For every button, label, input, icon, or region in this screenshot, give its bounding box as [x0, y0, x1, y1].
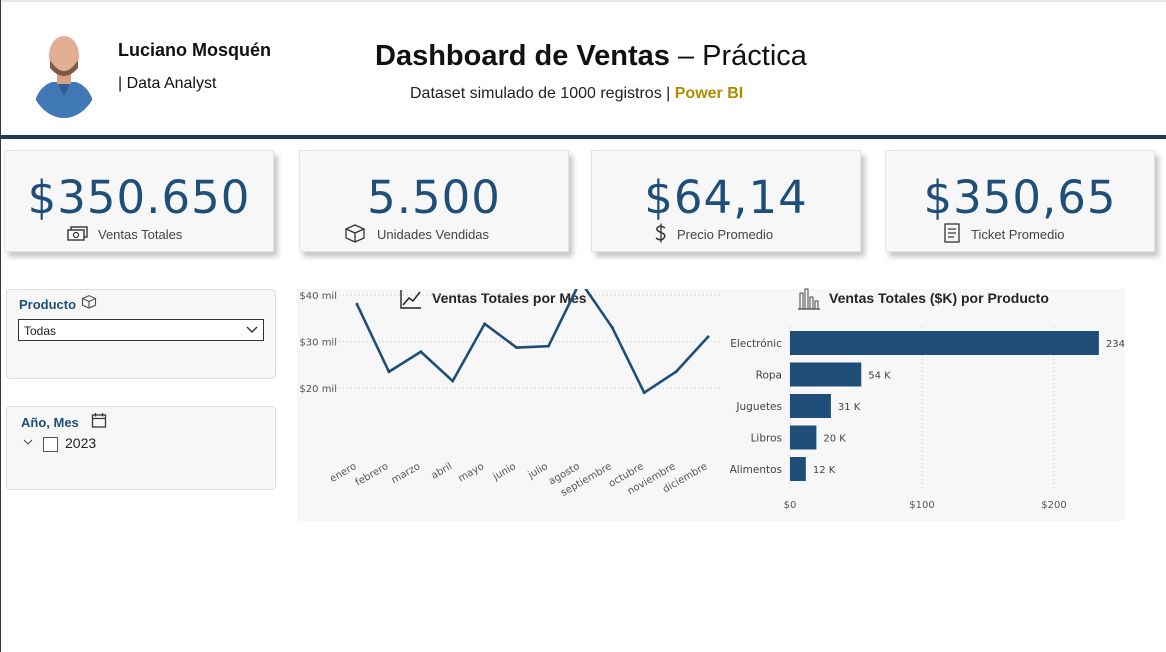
category-label: Juguetes: [735, 401, 782, 413]
bar[interactable]: [790, 394, 831, 418]
x-tick-label: marzo: [390, 461, 423, 486]
page-subtitle: Dataset simulado de 1000 registros | Pow…: [410, 85, 743, 103]
kpi-value: $64,14: [644, 171, 808, 224]
dollar-icon: [655, 223, 666, 243]
x-tick-label: junio: [491, 461, 518, 483]
x-tick-label: $100: [909, 500, 934, 511]
kpi-card-unidades-vendidas[interactable]: 5.500 Unidades Vendidas: [299, 150, 569, 252]
page-title-suffix: – Práctica: [669, 40, 807, 72]
producto-dropdown-value: Todas: [24, 324, 57, 338]
bar[interactable]: [790, 457, 806, 481]
kpi-label: Ticket Promedio: [971, 227, 1065, 242]
y-tick-label: $30 mil: [299, 338, 337, 349]
x-tick-label: mayo: [456, 461, 486, 484]
kpi-label: Precio Promedio: [677, 227, 774, 242]
bar[interactable]: [790, 425, 817, 450]
kpi-value: 5.500: [367, 171, 501, 224]
charts-panel: Ventas Totales por Mes Ventas Totales ($…: [297, 288, 1125, 521]
data-label: 54 K: [868, 371, 891, 382]
data-point[interactable]: [515, 346, 519, 350]
x-tick-label: $200: [1041, 500, 1066, 511]
slicer-fecha: Año, Mes 2023: [6, 406, 276, 490]
chevron-down-icon[interactable]: [23, 439, 33, 447]
box-icon: [81, 295, 97, 309]
y-tick-label: $40 mil: [299, 291, 337, 302]
page-title-main: Dashboard de Ventas: [375, 40, 670, 72]
receipt-icon: [944, 223, 960, 243]
x-tick-label: febrero: [354, 461, 391, 489]
money-icon: [67, 226, 88, 241]
kpi-label: Unidades Vendidas: [377, 227, 490, 242]
year-item-label: 2023: [65, 435, 97, 451]
bar[interactable]: [790, 331, 1099, 355]
data-point[interactable]: [674, 370, 678, 374]
data-label: 31 K: [838, 402, 861, 413]
x-tick-label: abril: [430, 461, 455, 482]
category-label: Ropa: [756, 370, 782, 382]
header-divider: [0, 135, 1166, 139]
author-name: Luciano Mosquén: [118, 40, 271, 60]
subtitle-highlight: Power BI: [674, 85, 744, 102]
data-point[interactable]: [546, 344, 550, 348]
box-icon: [345, 224, 365, 243]
kpi-card-precio-promedio[interactable]: $64,14 Precio Promedio: [591, 150, 861, 252]
year-checkbox[interactable]: [43, 437, 58, 452]
data-label: 20 K: [823, 434, 846, 445]
data-point[interactable]: [483, 322, 487, 326]
data-label: 12 K: [813, 465, 836, 476]
data-point[interactable]: [419, 350, 423, 354]
data-point[interactable]: [610, 326, 614, 330]
avatar: [28, 22, 100, 118]
data-label: 234 K: [1106, 339, 1125, 350]
category-label: Libros: [751, 433, 782, 445]
category-label: Alimentos: [730, 464, 782, 476]
x-tick-label: $0: [784, 500, 797, 511]
line-chart: $20 mil$30 mil$40 milenerofebrero marzo ab…: [299, 289, 722, 499]
slicer-producto: Producto Todas: [6, 289, 276, 379]
kpi-card-ticket-promedio[interactable]: $350,65 Ticket Promedio: [885, 150, 1155, 252]
kpi-card-ventas-totales[interactable]: $350.650 Ventas Totales: [4, 150, 274, 252]
data-point[interactable]: [706, 335, 710, 339]
slicer-fecha-title: Año, Mes: [21, 415, 79, 430]
data-point[interactable]: [387, 370, 391, 374]
data-point[interactable]: [451, 379, 455, 383]
chevron-down-icon[interactable]: [246, 325, 258, 335]
category-label: Electrónic: [730, 338, 782, 350]
kpi-value: $350,65: [923, 171, 1117, 224]
author-role: | Data Analyst: [118, 75, 217, 92]
subtitle-text: Dataset simulado de 1000 registros |: [410, 85, 675, 102]
producto-dropdown[interactable]: Todas: [18, 319, 264, 341]
calendar-icon: [91, 413, 107, 428]
kpi-label: Ventas Totales: [98, 227, 183, 242]
data-point[interactable]: [642, 391, 646, 395]
page-title: Dashboard de Ventas – Práctica: [375, 40, 807, 73]
bar-chart: $0 $100 $200 Electrónic 234 K Ropa 54 K Juguete…: [730, 327, 1125, 511]
kpi-value: $350.650: [27, 171, 251, 224]
y-tick-label: $20 mil: [299, 384, 337, 395]
slicer-producto-title: Producto: [19, 297, 77, 312]
header: Luciano Mosquén | Data Analyst Dashboard…: [0, 0, 1166, 136]
data-point[interactable]: [355, 302, 359, 306]
bar[interactable]: [790, 362, 862, 387]
line-series: [355, 289, 709, 394]
